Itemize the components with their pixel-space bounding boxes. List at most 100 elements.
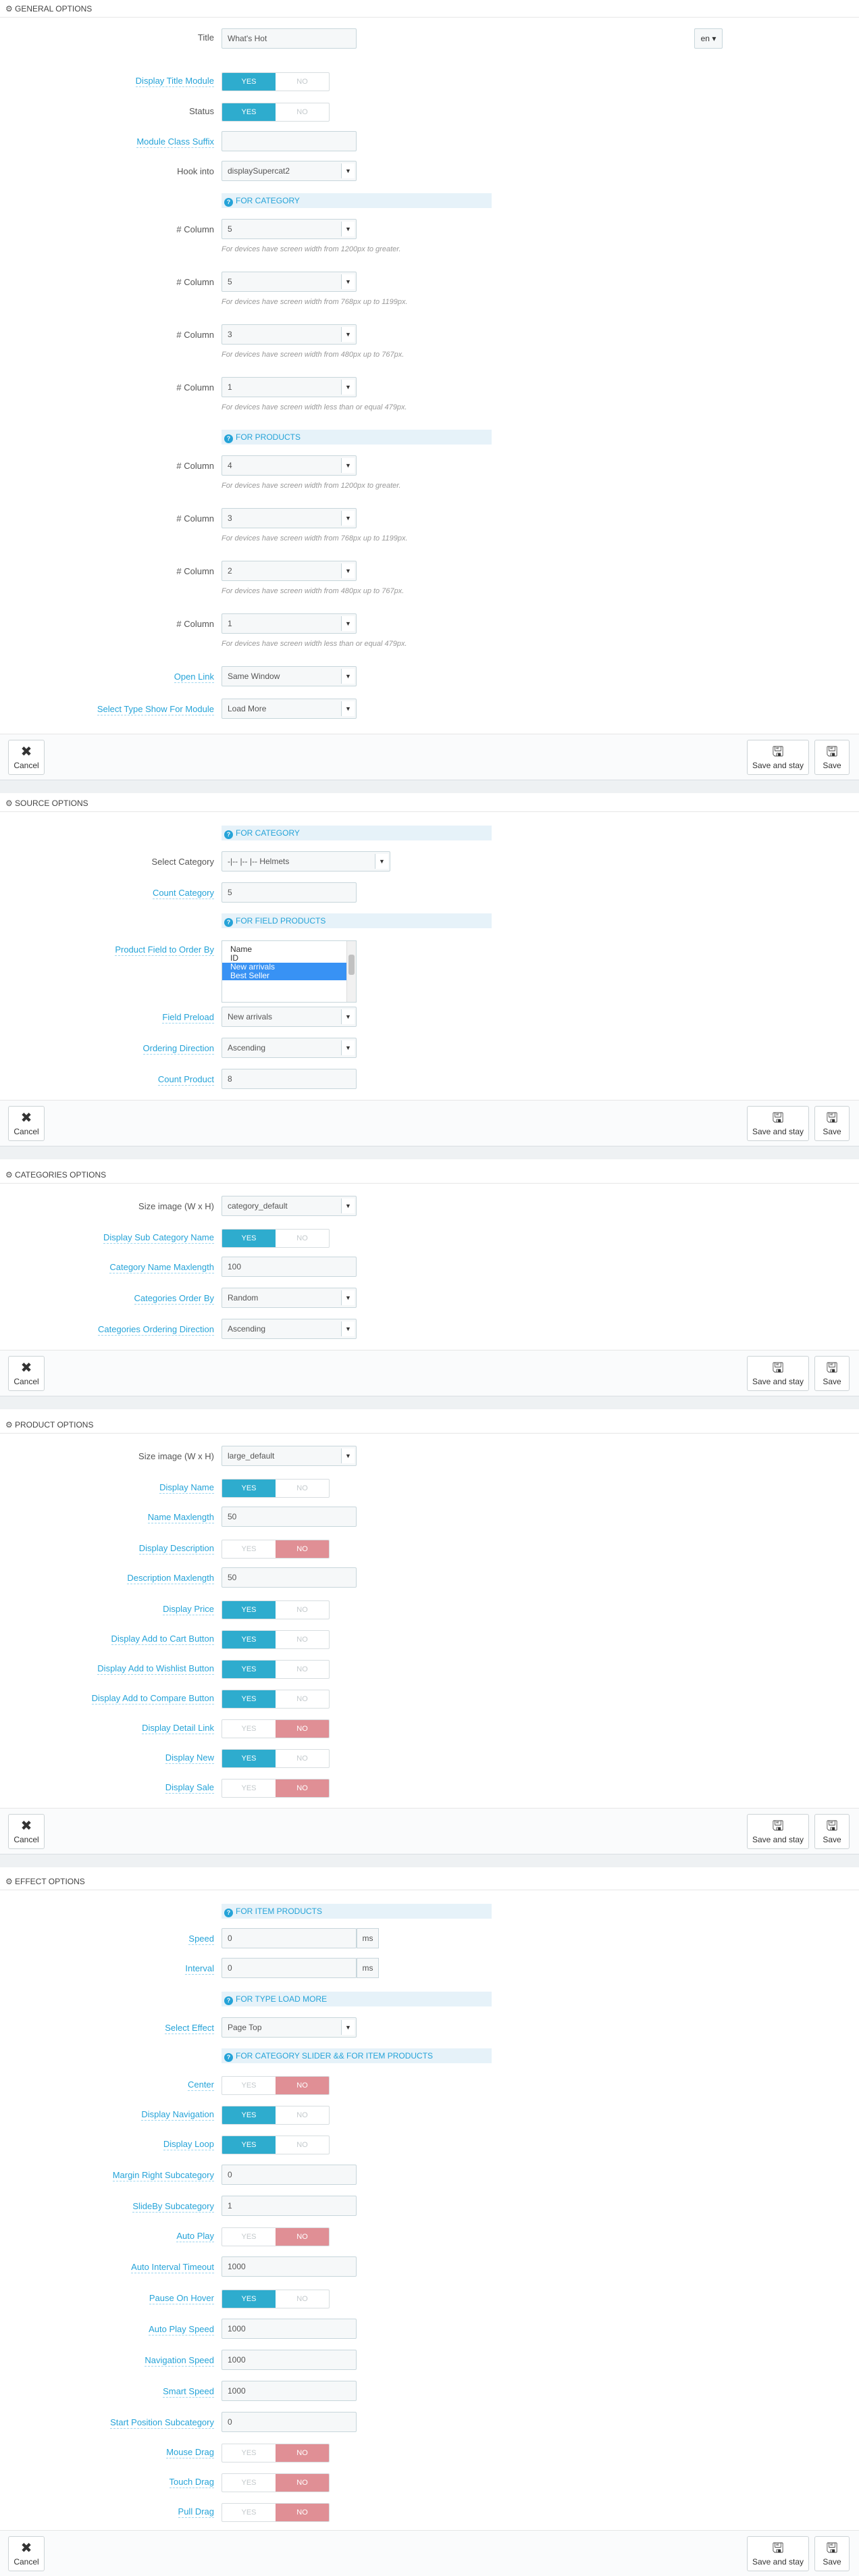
category-column-select[interactable]: 1 ▼ (222, 377, 357, 397)
display-price-switch[interactable]: YES NO (222, 1600, 330, 1619)
categories-order-by-select[interactable]: Random ▼ (222, 1288, 357, 1308)
description-maxlength-input[interactable]: 50 (222, 1567, 357, 1588)
language-dropdown[interactable]: en ▾ (694, 28, 723, 49)
save-button[interactable]: 🖫 Save (814, 1356, 850, 1391)
categories-footer: ✖ Cancel 🖫 Save and stay 🖫 Save (0, 1350, 859, 1396)
question-icon: ? (224, 918, 233, 927)
interval-label: Interval (185, 1963, 214, 1975)
category-column-select[interactable]: 5 ▼ (222, 219, 357, 239)
open-link-select[interactable]: Same Window ▼ (222, 666, 357, 686)
add-to-cart-switch[interactable]: YES NO (222, 1630, 330, 1649)
name-maxlength-input[interactable]: 50 (222, 1507, 357, 1527)
save-button[interactable]: 🖫 Save (814, 1814, 850, 1849)
display-loop-switch[interactable]: YES NO (222, 2136, 330, 2154)
ordering-direction-select[interactable]: Ascending ▼ (222, 1038, 357, 1058)
touch-drag-switch[interactable]: YES NO (222, 2473, 330, 2492)
for-slider-subheader: ? FOR CATEGORY SLIDER && FOR ITEM PRODUCT… (222, 2048, 492, 2063)
detail-link-switch[interactable]: YES NO (222, 1719, 330, 1738)
chevron-down-icon: ▼ (341, 222, 355, 236)
select-category-select[interactable]: -|-- |-- |-- Helmets ▼ (222, 851, 390, 872)
floppy-icon: 🖫 (772, 2541, 784, 2556)
save-and-stay-button[interactable]: 🖫 Save and stay (747, 2536, 809, 2571)
scrollbar-thumb[interactable] (348, 955, 355, 975)
auto-interval-input[interactable]: 1000 (222, 2256, 357, 2277)
display-sale-label: Display Sale (165, 1782, 214, 1794)
size-image-select[interactable]: category_default ▼ (222, 1196, 357, 1216)
source-options-header: ⚙ SOURCE OPTIONS (0, 794, 859, 812)
column-label: # Column (176, 513, 214, 524)
hook-select[interactable]: displaySupercat2 ▼ (222, 161, 357, 181)
navigation-speed-input[interactable]: 1000 (222, 2350, 357, 2370)
cancel-button[interactable]: ✖ Cancel (8, 740, 45, 775)
mouse-drag-switch[interactable]: YES NO (222, 2444, 330, 2463)
count-category-input[interactable]: 5 (222, 882, 357, 903)
section-separator (0, 780, 859, 793)
speed-input[interactable]: 0 (222, 1928, 357, 1948)
class-suffix-input[interactable] (222, 131, 357, 151)
cancel-button[interactable]: ✖ Cancel (8, 1356, 45, 1391)
status-switch[interactable]: YES NO (222, 103, 330, 122)
save-and-stay-button[interactable]: 🖫 Save and stay (747, 1106, 809, 1141)
display-name-switch[interactable]: YES NO (222, 1479, 330, 1498)
display-price-label: Display Price (163, 1604, 214, 1615)
categories-ordering-select[interactable]: Ascending ▼ (222, 1319, 357, 1339)
order-by-listbox[interactable]: Name ID New arrivals Best Seller (222, 940, 357, 1003)
add-to-wishlist-switch[interactable]: YES NO (222, 1660, 330, 1679)
display-title-switch[interactable]: YES NO (222, 72, 330, 91)
product-column-select[interactable]: 2 ▼ (222, 561, 357, 581)
chevron-down-icon: ▼ (341, 1448, 355, 1463)
auto-play-speed-label: Auto Play Speed (149, 2324, 214, 2335)
display-sale-switch[interactable]: YES NO (222, 1779, 330, 1798)
cancel-button[interactable]: ✖ Cancel (8, 2536, 45, 2571)
save-button[interactable]: 🖫 Save (814, 1106, 850, 1141)
category-name-maxlength-input[interactable]: 100 (222, 1257, 357, 1277)
center-switch[interactable]: YES NO (222, 2076, 330, 2095)
display-new-switch[interactable]: YES NO (222, 1749, 330, 1768)
auto-play-speed-input[interactable]: 1000 (222, 2319, 357, 2339)
pause-on-hover-label: Pause On Hover (149, 2293, 214, 2304)
auto-play-switch[interactable]: YES NO (222, 2227, 330, 2246)
product-column-select[interactable]: 3 ▼ (222, 508, 357, 528)
display-navigation-switch[interactable]: YES NO (222, 2106, 330, 2125)
title-input[interactable]: What's Hot (222, 28, 357, 49)
start-position-input[interactable]: 0 (222, 2412, 357, 2432)
save-button[interactable]: 🖫 Save (814, 740, 850, 775)
list-item-selected[interactable]: Best Seller (222, 971, 356, 980)
start-position-label: Start Position Subcategory (110, 2417, 214, 2429)
pull-drag-switch[interactable]: YES NO (222, 2503, 330, 2522)
column-label: # Column (176, 224, 214, 234)
cancel-button[interactable]: ✖ Cancel (8, 1106, 45, 1141)
chevron-down-icon: ▼ (341, 669, 355, 684)
margin-right-input[interactable]: 0 (222, 2165, 357, 2185)
list-item[interactable]: Name (222, 945, 356, 954)
save-and-stay-button[interactable]: 🖫 Save and stay (747, 1814, 809, 1849)
display-sub-category-switch[interactable]: YES NO (222, 1229, 330, 1248)
smart-speed-input[interactable]: 1000 (222, 2381, 357, 2401)
product-footer: ✖ Cancel 🖫 Save and stay 🖫 Save (0, 1808, 859, 1854)
product-column-select[interactable]: 1 ▼ (222, 613, 357, 634)
display-description-switch[interactable]: YES NO (222, 1540, 330, 1559)
category-column-select[interactable]: 5 ▼ (222, 272, 357, 292)
chevron-down-icon: ▼ (341, 1321, 355, 1336)
chevron-down-icon: ▼ (341, 1009, 355, 1024)
save-button[interactable]: 🖫 Save (814, 2536, 850, 2571)
display-navigation-label: Display Navigation (141, 2109, 214, 2121)
save-and-stay-button[interactable]: 🖫 Save and stay (747, 1356, 809, 1391)
type-show-select[interactable]: Load More ▼ (222, 699, 357, 719)
size-image-select[interactable]: large_default ▼ (222, 1446, 357, 1466)
select-effect-select[interactable]: Page Top ▼ (222, 2017, 357, 2038)
add-to-compare-switch[interactable]: YES NO (222, 1690, 330, 1709)
question-icon: ? (224, 830, 233, 839)
slideby-input[interactable]: 1 (222, 2196, 357, 2216)
scrollbar[interactable] (346, 941, 356, 1002)
cancel-button[interactable]: ✖ Cancel (8, 1814, 45, 1849)
product-column-select[interactable]: 4 ▼ (222, 455, 357, 476)
field-preload-select[interactable]: New arrivals ▼ (222, 1007, 357, 1027)
save-and-stay-button[interactable]: 🖫 Save and stay (747, 740, 809, 775)
interval-input[interactable]: 0 (222, 1958, 357, 1978)
floppy-icon: 🖫 (826, 1111, 838, 1126)
category-column-select[interactable]: 3 ▼ (222, 324, 357, 345)
count-product-input[interactable]: 8 (222, 1069, 357, 1089)
categories-ordering-label: Categories Ordering Direction (98, 1324, 214, 1336)
pause-on-hover-switch[interactable]: YES NO (222, 2290, 330, 2308)
